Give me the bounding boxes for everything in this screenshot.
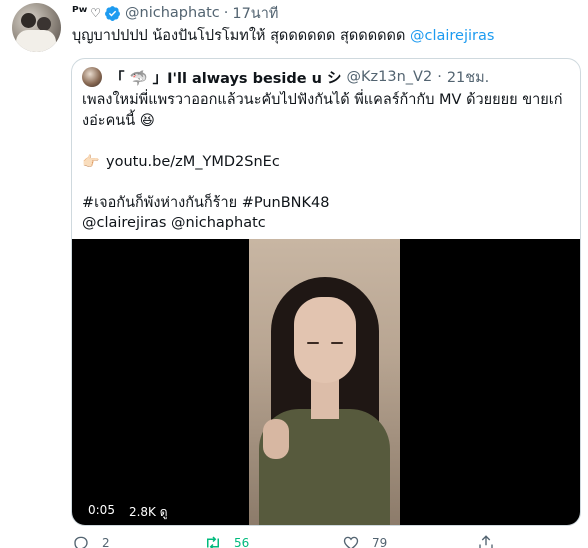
pointing-hand-icon: 👉🏻 [82, 153, 100, 170]
like-button[interactable]: 79 [342, 534, 387, 548]
header-separator: · [223, 5, 229, 21]
video-elapsed-time: 0:05 [84, 502, 119, 523]
quoted-hashtags[interactable]: #เจอกันก็พังห่างกันก็ร้าย #PunBNK48 [82, 193, 572, 214]
retweet-count: 56 [234, 536, 250, 548]
author-display-name[interactable]: ᴾʷ [72, 5, 87, 21]
quoted-link-row: 👉🏻 youtu.be/zM_YMD2SnEc [82, 152, 572, 173]
quoted-mentions[interactable]: @clairejiras @nichaphatc [82, 213, 572, 234]
video-frame [249, 239, 400, 525]
author-avatar[interactable] [12, 3, 61, 52]
video-view-count: 2.8K ดู [124, 502, 172, 523]
reply-icon [74, 536, 88, 548]
heart-symbol: ♡ [90, 6, 102, 20]
like-count: 79 [372, 536, 388, 548]
quoted-author-display-name: 「 🦈 」I'll always beside u シ [110, 70, 342, 87]
tweet[interactable]: ᴾʷ ♡ @nichaphatc · 17นาที บุญบาปปปป น้อง… [0, 0, 588, 548]
quoted-tweet-timestamp: 21ชม. [446, 69, 490, 86]
video-player[interactable]: 0:05 2.8K ดู [72, 239, 580, 525]
share-icon [479, 535, 493, 548]
quoted-text-line-2: งอ่ะคนนี้ 😆 [82, 112, 155, 129]
tweet-actions: 2 56 79 [72, 534, 582, 548]
share-button[interactable] [477, 534, 507, 548]
tweet-mention-link[interactable]: @clairejiras [410, 28, 494, 44]
quoted-text-line-1: เพลงใหม่พี่แพรวาออกแล้วนะคับไปฟังกันได้ … [82, 92, 563, 108]
youtube-link[interactable]: youtu.be/zM_YMD2SnEc [106, 152, 280, 173]
tweet-text: บุญบาปปปป น้องปันโปรโมทให้ สุดดดดดด สุดด… [72, 26, 494, 46]
author-handle[interactable]: @nichaphatc [125, 5, 220, 21]
tweet-text-body: บุญบาปปปป น้องปันโปรโมทให้ สุดดดดดด สุดด… [72, 28, 406, 44]
tweet-header: ᴾʷ ♡ @nichaphatc · 17นาที [72, 3, 278, 23]
quoted-tweet[interactable]: 「 🦈 」I'll always beside u シ @Kz13n_V2 · … [71, 58, 581, 526]
quoted-header-separator: · [437, 69, 442, 85]
reply-button[interactable]: 2 [72, 534, 110, 548]
reply-count: 2 [102, 536, 110, 548]
quoted-author-handle: @Kz13n_V2 [346, 69, 433, 85]
retweet-button[interactable]: 56 [204, 534, 249, 548]
quoted-author-avatar[interactable] [82, 67, 102, 87]
quoted-tweet-text: เพลงใหม่พี่แพรวาออกแล้วนะคับไปฟังกันได้ … [82, 90, 572, 234]
heart-icon [343, 536, 359, 548]
tweet-timestamp[interactable]: 17นาที [232, 2, 278, 25]
quoted-tweet-header: 「 🦈 」I'll always beside u シ @Kz13n_V2 · … [82, 66, 489, 88]
retweet-icon [207, 536, 219, 548]
verified-badge-icon [105, 5, 120, 21]
video-stats: 0:05 2.8K ดู [84, 502, 172, 523]
